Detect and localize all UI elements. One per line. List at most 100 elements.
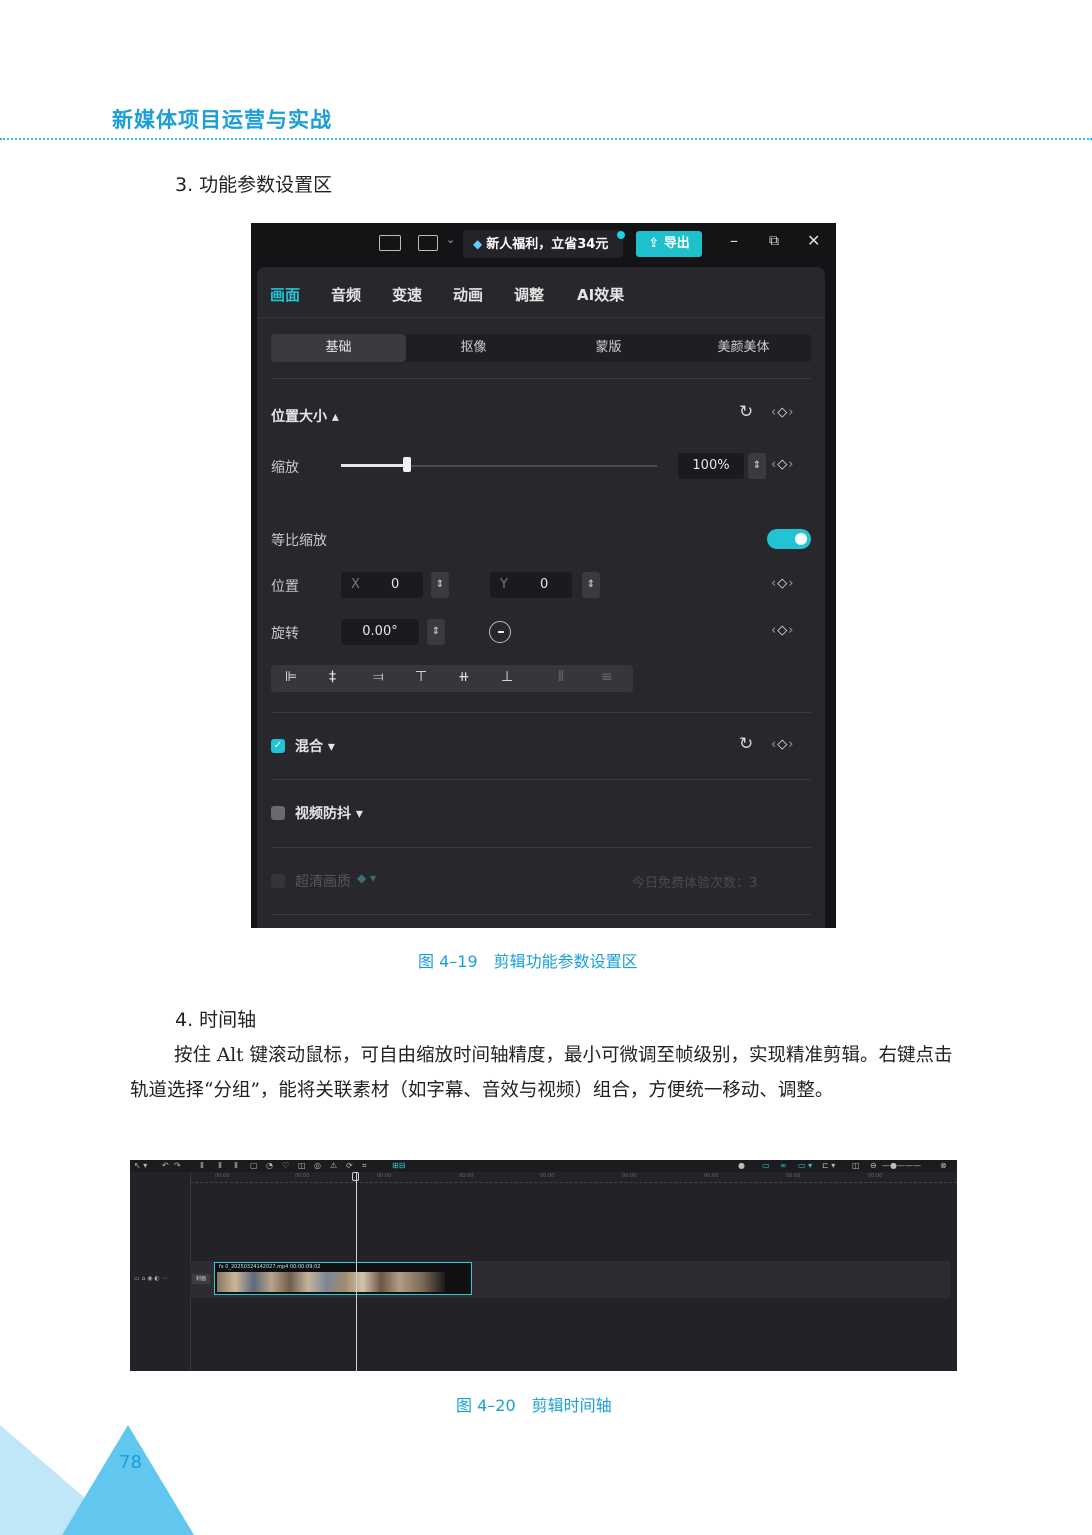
rotate-icon[interactable]: ◎ <box>314 1160 321 1172</box>
blend-keyframe-nav[interactable]: ‹◇› <box>771 737 794 752</box>
playhead-handle[interactable] <box>352 1172 359 1181</box>
align-top-icon[interactable]: ⊤ <box>415 669 427 685</box>
reset-icon[interactable]: ↻ <box>739 402 753 422</box>
scale-slider-thumb[interactable] <box>403 457 411 472</box>
reset-icon[interactable]: ↻ <box>739 734 753 754</box>
redo-icon[interactable]: ↷ <box>174 1160 181 1172</box>
panel-tabs: 画面 音频 变速 动画 调整 AI效果 <box>257 267 825 318</box>
hd-label: 超清画质 <box>295 874 351 890</box>
zoom-out-icon[interactable]: ⊖ <box>870 1160 877 1172</box>
stepper-icon[interactable]: ⇕ <box>431 572 449 598</box>
align-hcenter-icon[interactable]: ‡ <box>329 669 336 685</box>
stepper-icon[interactable]: ⇕ <box>427 619 445 645</box>
layout-icon[interactable] <box>418 235 438 251</box>
stepper-icon[interactable]: ⇕ <box>748 453 766 479</box>
zoom-slider[interactable]: —●——— <box>882 1160 921 1172</box>
keyframe-diamond-icon[interactable]: ◇ <box>777 405 788 420</box>
stabilize-label[interactable]: 视频防抖 ▾ <box>295 803 363 823</box>
tab-ai-effects[interactable]: AI效果 <box>577 284 624 305</box>
cover-button[interactable]: 封面 <box>192 1274 210 1284</box>
y-value: 0 <box>540 577 549 592</box>
restore-icon[interactable]: ⧉ <box>769 233 779 249</box>
position-x-field[interactable]: X0 <box>341 572 423 598</box>
timeline-toolbar: ↖ ▾ ↶ ↷ Ⅱ Ⅱ Ⅱ ▢ ◔ ♡ ◫ ◎ ⚠ ⟳ ⌗ ⊞⊟ ● ▭ ∞ ▭… <box>130 1160 957 1172</box>
notification-dot <box>617 231 625 239</box>
scale-keyframe-nav[interactable]: ‹◇› <box>771 457 794 472</box>
undo-icon[interactable]: ↶ <box>162 1160 169 1172</box>
marker-icon[interactable]: ♡ <box>282 1160 289 1172</box>
warning-icon[interactable]: ⚠ <box>330 1160 337 1172</box>
promo-banner[interactable]: ◆ 新人福利，立省34元 <box>463 230 623 258</box>
tab-audio[interactable]: 音频 <box>331 284 361 305</box>
zoom-fit-icon[interactable]: ⊗ <box>940 1160 947 1172</box>
select-tool-icon[interactable]: ↖ ▾ <box>134 1160 147 1172</box>
footer-triangle <box>62 1425 194 1535</box>
loop-icon[interactable]: ⟳ <box>346 1160 353 1172</box>
book-title: 新媒体项目运营与实战 <box>112 108 332 132</box>
stepper-icon[interactable]: ⇕ <box>582 572 600 598</box>
magnet-icon[interactable]: ⊞⊟ <box>392 1160 405 1172</box>
tab-animation[interactable]: 动画 <box>453 284 483 305</box>
keyframe-diamond-icon[interactable]: ◇ <box>777 737 788 752</box>
divider <box>271 378 811 379</box>
export-label: 导出 <box>663 236 690 251</box>
divider <box>271 712 811 713</box>
keyframe-nav[interactable]: ‹◇› <box>771 405 794 420</box>
chevron-down-icon[interactable]: ⌄ <box>446 233 455 246</box>
rotation-dial-icon[interactable] <box>489 621 511 643</box>
playhead[interactable] <box>356 1172 357 1371</box>
rotation-field[interactable]: 0.00° <box>341 619 419 645</box>
ruler-tick: 00:00 <box>215 1173 230 1179</box>
align-bottom-icon[interactable]: ⊥ <box>501 669 513 685</box>
video-clip[interactable]: fx 0_20250324142027.mp4 00:00:09:02 <box>214 1262 472 1295</box>
position-y-field[interactable]: Y0 <box>490 572 572 598</box>
export-button[interactable]: ⇪ 导出 <box>636 231 702 257</box>
promo-text: 新人福利，立省34元 <box>486 237 609 252</box>
mirror-icon[interactable]: ◫ <box>298 1160 306 1172</box>
split-icon[interactable]: Ⅱ <box>200 1160 204 1172</box>
minimize-icon[interactable]: – <box>730 231 738 250</box>
window-topbar: ⌄ ◆ 新人福利，立省34元 ⇪ 导出 – ⧉ ✕ <box>251 223 836 265</box>
subtab-beauty[interactable]: 美颜美体 <box>676 334 811 362</box>
tab-speed[interactable]: 变速 <box>392 284 422 305</box>
hd-checkbox <box>271 874 285 888</box>
delete-icon[interactable]: ▢ <box>250 1160 258 1172</box>
keyframe-diamond-icon[interactable]: ◇ <box>777 457 788 472</box>
track-lock-icon[interactable]: ▭ ⌂ ◉ ◐ ⋯ <box>134 1275 168 1282</box>
subtab-basic[interactable]: 基础 <box>271 334 406 362</box>
scale-value-field[interactable]: 100% <box>678 453 744 479</box>
blend-label[interactable]: 混合 ▾ <box>295 736 335 756</box>
align-vcenter-icon[interactable]: ⧺ <box>458 669 470 685</box>
timeline-screenshot: ↖ ▾ ↶ ↷ Ⅱ Ⅱ Ⅱ ▢ ◔ ♡ ◫ ◎ ⚠ ⟳ ⌗ ⊞⊟ ● ▭ ∞ ▭… <box>130 1160 957 1371</box>
parameter-panel: 画面 音频 变速 动画 调整 AI效果 基础 抠像 蒙版 美颜美体 位置大小 ▴… <box>257 267 825 928</box>
align-right-icon[interactable]: ⫤ <box>373 669 384 685</box>
rotation-keyframe-nav[interactable]: ‹◇› <box>771 623 794 638</box>
subtitle-icon[interactable] <box>379 235 401 251</box>
position-size-heading[interactable]: 位置大小 ▴ <box>271 406 339 426</box>
align-left-icon[interactable]: ⊫ <box>285 669 297 685</box>
position-keyframe-nav[interactable]: ‹◇› <box>771 576 794 591</box>
ruler-tick: 00:00 <box>459 1173 474 1179</box>
split-view-icon[interactable]: ⊏ ▾ <box>822 1160 835 1172</box>
subtab-keying[interactable]: 抠像 <box>406 334 541 362</box>
tab-adjust[interactable]: 调整 <box>514 284 544 305</box>
comment-icon[interactable]: ◫ <box>852 1160 860 1172</box>
close-icon[interactable]: ✕ <box>807 231 820 250</box>
blend-checkbox[interactable]: ✓ <box>271 739 285 753</box>
stabilize-checkbox[interactable] <box>271 806 285 820</box>
crop-icon[interactable]: ⌗ <box>362 1160 367 1172</box>
subtab-mask[interactable]: 蒙版 <box>541 334 676 362</box>
distribute-v-icon: ≡ <box>601 669 613 685</box>
preview-axis-icon[interactable]: ▭ ▾ <box>798 1160 812 1172</box>
keyframe-diamond-icon[interactable]: ◇ <box>777 623 788 638</box>
keyframe-diamond-icon[interactable]: ◇ <box>777 576 788 591</box>
freeze-icon[interactable]: ◔ <box>266 1160 273 1172</box>
microphone-icon[interactable]: ● <box>738 1160 745 1172</box>
link-main-track-icon[interactable]: ▭ <box>762 1160 770 1172</box>
split-left-icon[interactable]: Ⅱ <box>218 1160 222 1172</box>
tab-picture[interactable]: 画面 <box>270 284 300 305</box>
divider <box>271 914 811 915</box>
link-icon[interactable]: ∞ <box>780 1160 787 1172</box>
split-right-icon[interactable]: Ⅱ <box>234 1160 238 1172</box>
uniform-scale-toggle[interactable] <box>767 529 811 549</box>
